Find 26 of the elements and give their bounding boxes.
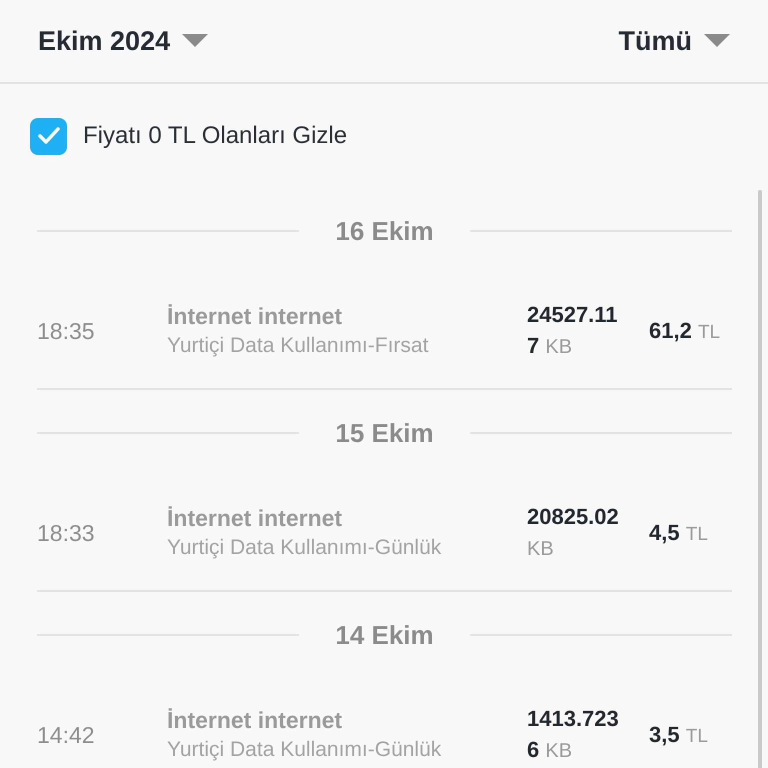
time: 18:33: [37, 518, 96, 548]
date-header: 16 Ekim: [334, 214, 435, 248]
caret-icon: [704, 34, 730, 48]
time: 18:35: [37, 316, 96, 346]
usage-subtitle: Yurtiçi Data Kullanımı-Fırsat: [167, 333, 430, 359]
caret-icon: [182, 34, 208, 48]
month-dropdown[interactable]: Ekim 2024: [38, 20, 208, 62]
checkbox-label: Fiyatı 0 TL Olanları Gizle: [83, 121, 348, 151]
price: 61,2 TL: [649, 317, 720, 346]
usage-subtitle: Yurtiçi Data Kullanımı-Günlük: [167, 737, 442, 763]
checkmark-icon: [36, 126, 60, 146]
checkbox[interactable]: [30, 118, 67, 154]
usage-title: İnternet internet: [167, 504, 344, 533]
data-amount: 1413.7236 KB: [527, 705, 619, 764]
price: 4,5 TL: [649, 519, 708, 548]
usage-title: İnternet internet: [167, 302, 344, 331]
data-amount: 24527.117 KB: [527, 301, 619, 360]
time: 14:42: [37, 720, 96, 750]
usage-subtitle: Yurtiçi Data Kullanımı-Günlük: [167, 535, 442, 561]
date-header: 14 Ekim: [334, 618, 435, 652]
data-amount: 20825.02 KB: [527, 503, 619, 562]
scrollbar[interactable]: [758, 190, 762, 768]
filter-dropdown[interactable]: Tümü: [618, 20, 730, 62]
date-header: 15 Ekim: [334, 416, 435, 450]
price: 3,5 TL: [649, 721, 708, 750]
usage-title: İnternet internet: [167, 706, 344, 735]
